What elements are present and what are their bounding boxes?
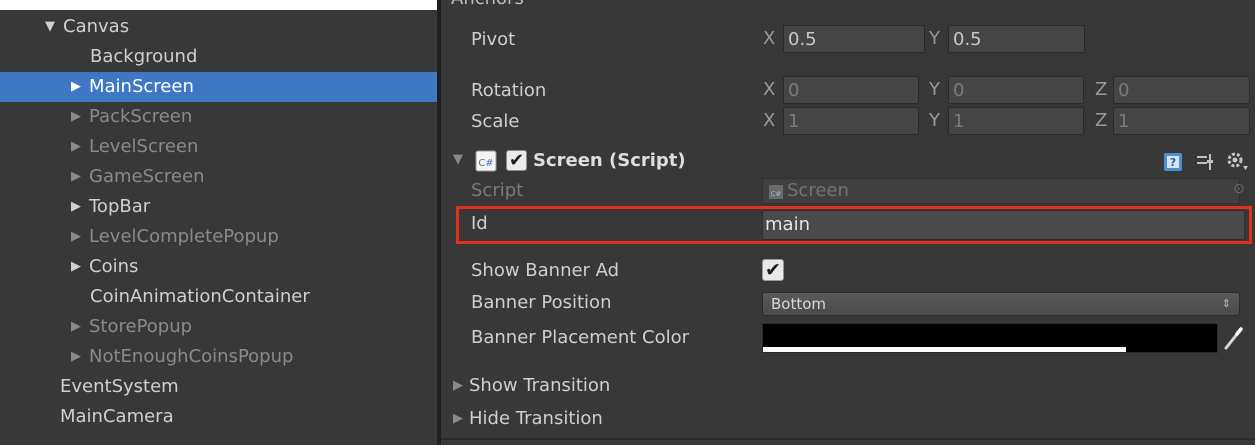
component-title: Screen (Script) [533,150,686,171]
component-enabled-checkbox[interactable]: ✔ [506,150,527,171]
collapse-right-arrow-icon[interactable]: ▶ [71,102,89,132]
hierarchy-item-storepopup[interactable]: ▶ StorePopup [0,312,437,342]
hierarchy-item-label: Background [90,46,198,67]
csharp-file-icon: C# [769,185,783,199]
foldout-arrow-icon: ▶ [453,378,463,393]
hierarchy-item-label: LevelCompletePopup [89,226,279,247]
hierarchy-item-label: NotEnoughCoinsPopup [89,346,294,367]
scale-z-axis-label[interactable]: Z [1095,106,1107,136]
rotation-x-field[interactable]: 0 [783,76,919,104]
svg-text:C#: C# [478,158,493,169]
id-label: Id [471,213,488,234]
hierarchy-item-eventsystem[interactable]: EventSystem [0,372,437,402]
rotation-y-field[interactable]: 0 [948,76,1084,104]
rotation-y-axis-label[interactable]: Y [929,75,940,105]
hierarchy-item-levelscreen[interactable]: ▶ LevelScreen [0,132,437,162]
help-icon[interactable]: ? [1163,152,1183,172]
show-transition-foldout[interactable]: ▶ Show Transition [453,375,610,396]
hierarchy-item-canvas[interactable]: ▼ Canvas [0,12,437,42]
collapse-right-arrow-icon[interactable]: ▶ [71,342,89,372]
show-banner-ad-label: Show Banner Ad [471,260,620,281]
svg-text:?: ? [1170,156,1176,169]
hierarchy-item-label: Canvas [63,16,130,37]
pivot-x-field[interactable]: 0.5 [783,25,925,53]
hierarchy-item-coinanimationcontainer[interactable]: CoinAnimationContainer [0,282,437,312]
hierarchy-item-label: PackScreen [89,106,193,127]
hierarchy-item-maincamera[interactable]: MainCamera [0,402,437,432]
collapse-right-arrow-icon[interactable]: ▶ [71,252,89,282]
hierarchy-item-label: LevelScreen [89,136,199,157]
banner-position-value: Bottom [771,295,827,313]
hierarchy-item-label: TopBar [89,196,151,217]
gear-icon[interactable] [1225,150,1249,172]
show-banner-ad-checkbox[interactable]: ✔ [762,259,784,281]
show-transition-label: Show Transition [469,375,611,396]
pivot-y-field[interactable]: 0.5 [948,25,1085,53]
hierarchy-item-label: MainCamera [60,406,174,427]
component-foldout-arrow-icon[interactable]: ▼ [453,152,463,167]
pivot-y-axis-label[interactable]: Y [929,24,940,54]
pivot-label: Pivot [471,29,516,50]
banner-placement-color-label: Banner Placement Color [471,327,690,348]
scale-z-field[interactable]: 1 [1113,107,1250,135]
svg-text:C#: C# [771,190,782,198]
hide-transition-foldout[interactable]: ▶ Hide Transition [453,408,603,429]
hierarchy-item-label: MainScreen [89,76,194,97]
csharp-script-icon: C# [475,150,497,172]
anchors-foldout[interactable]: Anchors [451,0,524,9]
scale-y-axis-label[interactable]: Y [929,106,940,136]
bottom-separator [441,438,1255,440]
scale-label: Scale [471,111,520,132]
pivot-x-axis-label[interactable]: X [763,24,775,54]
hierarchy-item-gamescreen[interactable]: ▶ GameScreen [0,162,437,192]
collapse-right-arrow-icon[interactable]: ▶ [71,312,89,342]
collapse-right-arrow-icon[interactable]: ▶ [71,192,89,222]
rotation-z-axis-label[interactable]: Z [1095,75,1107,105]
banner-position-dropdown[interactable]: Bottom ⇕ [762,292,1240,316]
checkmark-icon: ✔ [765,259,781,281]
script-label: Script [471,180,524,201]
rotation-z-field[interactable]: 0 [1113,76,1250,104]
eyedropper-icon[interactable] [1220,324,1246,352]
script-field[interactable]: C# Screen [762,178,1240,204]
hierarchy-item-background[interactable]: Background [0,42,437,72]
object-picker-icon[interactable]: ⊙ [1233,181,1245,197]
hierarchy-item-label: Coins [89,256,139,277]
script-value: Screen [787,180,849,201]
hierarchy-panel: ▼ Canvas Background ▶ MainScreen ▶ PackScreen ▶… [0,10,437,445]
id-input[interactable]: main [762,210,1245,240]
banner-placement-color-swatch[interactable] [762,323,1218,353]
anchors-label: Anchors [451,0,524,9]
rotation-label: Rotation [471,80,547,101]
collapse-right-arrow-icon[interactable]: ▶ [71,162,89,192]
updown-caret-icon: ⇕ [1221,297,1231,310]
hierarchy-item-notenoughcoinspopup[interactable]: ▶ NotEnoughCoinsPopup [0,342,437,372]
inspector-panel: Anchors Pivot X 0.5 Y 0.5 Rotation X 0 Y… [441,0,1255,445]
hierarchy-item-label: EventSystem [60,376,179,397]
hierarchy-item-topbar[interactable]: ▶ TopBar [0,192,437,222]
collapse-right-arrow-icon[interactable]: ▶ [71,132,89,162]
collapse-right-arrow-icon[interactable]: ▶ [71,72,89,102]
hierarchy-item-coins[interactable]: ▶ Coins [0,252,437,282]
checkmark-icon: ✔ [508,150,525,171]
hierarchy-item-mainscreen[interactable]: ▶ MainScreen [0,72,437,102]
collapse-right-arrow-icon[interactable]: ▶ [71,222,89,252]
preset-settings-icon[interactable] [1195,152,1215,172]
hierarchy-item-packscreen[interactable]: ▶ PackScreen [0,102,437,132]
expand-down-arrow-icon[interactable]: ▼ [45,12,63,42]
hierarchy-item-levelcompletepopup[interactable]: ▶ LevelCompletePopup [0,222,437,252]
hide-transition-label: Hide Transition [469,408,603,429]
component-header: ▼ C# ✔ Screen (Script) ? [441,144,1255,178]
scale-y-field[interactable]: 1 [948,107,1084,135]
scale-x-field[interactable]: 1 [783,107,919,135]
foldout-arrow-icon: ▶ [453,411,463,426]
scale-x-axis-label[interactable]: X [763,106,775,136]
color-alpha-bar [763,347,1127,352]
hierarchy-item-label: GameScreen [89,166,205,187]
rotation-x-axis-label[interactable]: X [763,75,775,105]
banner-position-label: Banner Position [471,292,612,313]
hierarchy-item-label: CoinAnimationContainer [90,286,310,307]
hierarchy-item-label: StorePopup [89,316,193,337]
